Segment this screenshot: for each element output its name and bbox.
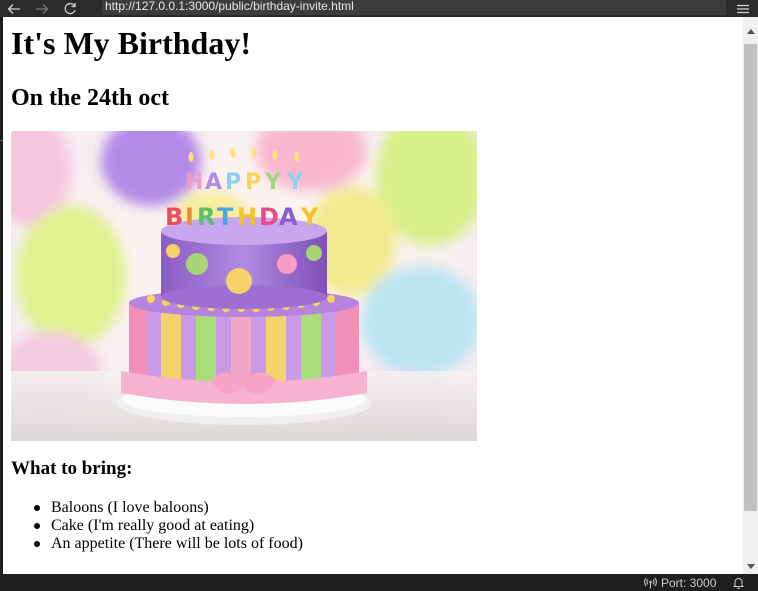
- notifications-button[interactable]: [731, 576, 745, 590]
- triangle-down-icon: [746, 563, 755, 569]
- bell-icon: [732, 578, 744, 589]
- svg-text:P: P: [245, 170, 261, 195]
- svg-text:T: T: [217, 203, 234, 231]
- svg-text:Y: Y: [300, 203, 319, 231]
- vertical-scrollbar[interactable]: [743, 17, 758, 574]
- what-to-bring-heading: What to bring:: [11, 458, 133, 479]
- triangle-up-icon: [746, 28, 755, 34]
- port-label: Port: 3000: [661, 576, 717, 590]
- svg-text:B: B: [165, 203, 183, 231]
- menu-button[interactable]: [734, 0, 752, 17]
- port-status[interactable]: Port: 3000: [644, 576, 716, 590]
- svg-text:R: R: [197, 203, 215, 231]
- page-title: It's My Birthday!: [11, 25, 251, 61]
- scroll-down-button[interactable]: [743, 558, 758, 574]
- svg-text:H: H: [237, 203, 257, 231]
- reload-button[interactable]: [56, 0, 84, 17]
- event-date: On the 24th oct: [11, 85, 169, 111]
- list-item-text: Baloons (I love baloons): [51, 499, 209, 516]
- list-item: An appetite (There will be lots of food): [11, 535, 303, 553]
- scroll-thumb[interactable]: [744, 44, 757, 511]
- arrow-left-icon: [7, 3, 20, 14]
- svg-text:I: I: [185, 203, 194, 231]
- svg-text:Y: Y: [264, 170, 282, 195]
- list-item-text: Cake (I'm really good at eating): [51, 517, 255, 534]
- forward-button[interactable]: [28, 0, 56, 17]
- broadcast-icon: [644, 577, 657, 589]
- browser-window: http://127.0.0.1:3000/public/birthday-in…: [0, 0, 758, 591]
- svg-text:A: A: [205, 170, 222, 195]
- svg-text:H: H: [185, 170, 203, 195]
- reload-icon: [64, 2, 76, 15]
- list-item: Baloons (I love baloons): [11, 499, 303, 517]
- bullet-icon: [34, 523, 40, 529]
- url-input[interactable]: http://127.0.0.1:3000/public/birthday-in…: [102, 0, 726, 15]
- svg-text:Y: Y: [286, 170, 304, 195]
- scroll-up-button[interactable]: [743, 23, 758, 39]
- bring-list: Baloons (I love baloons) Cake (I'm reall…: [11, 499, 303, 553]
- bullet-icon: [34, 541, 40, 547]
- birthday-cake-image: H A P P Y Y B I R T H D A Y: [11, 131, 477, 441]
- hamburger-icon: [737, 4, 749, 13]
- back-button[interactable]: [0, 0, 28, 17]
- page-viewport[interactable]: It's My Birthday! On the 24th oct H A P …: [3, 17, 743, 574]
- arrow-right-icon: [36, 3, 49, 14]
- browser-toolbar: http://127.0.0.1:3000/public/birthday-in…: [0, 0, 758, 17]
- status-bar: Port: 3000: [0, 574, 758, 591]
- svg-text:A: A: [279, 203, 298, 231]
- svg-text:P: P: [225, 170, 241, 195]
- list-item-text: An appetite (There will be lots of food): [51, 535, 303, 552]
- list-item: Cake (I'm really good at eating): [11, 517, 303, 535]
- bullet-icon: [34, 505, 40, 511]
- svg-text:D: D: [259, 203, 279, 231]
